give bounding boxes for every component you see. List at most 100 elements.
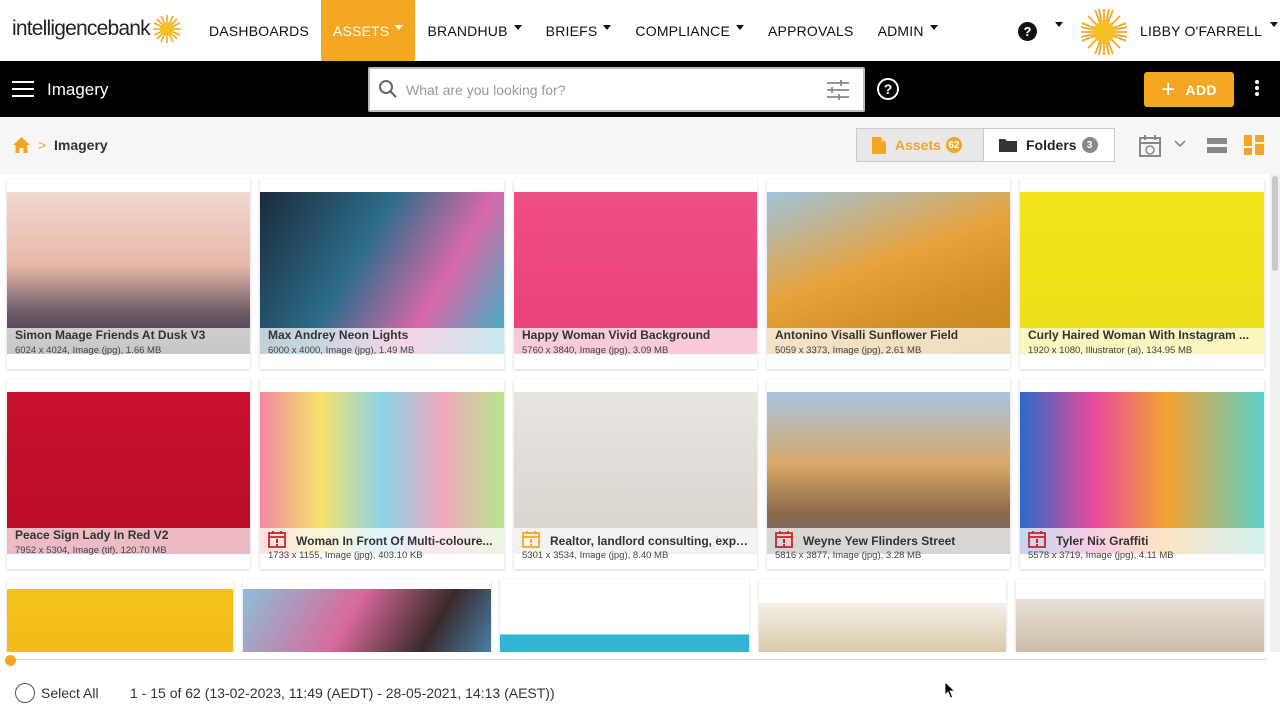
asset-title[interactable]: Weyne Yew Flinders Street bbox=[803, 534, 1002, 548]
main-menu: DASHBOARDS ASSETS BRANDHUB BRIEFS COMPLIANCE… bbox=[197, 0, 950, 61]
nav-item-label: COMPLIANCE bbox=[635, 22, 730, 39]
footer-bar: Select All 1 - 15 of 62 (13-02-2023, 11:… bbox=[0, 668, 1280, 720]
more-options-icon[interactable] bbox=[1255, 80, 1261, 98]
plus-icon: + bbox=[1161, 75, 1176, 103]
asset-title[interactable]: Happy Woman Vivid Background bbox=[522, 328, 749, 342]
breadcrumb-current: Imagery bbox=[54, 137, 108, 153]
asset-card[interactable]: Antonino Visalli Sunflower Field 5059 x 3… bbox=[767, 179, 1010, 369]
nav-item-label: ASSETS bbox=[333, 22, 390, 39]
expiry-calendar-icon bbox=[522, 531, 540, 548]
folder-icon bbox=[999, 139, 1017, 152]
asset-title[interactable]: Simon Maage Friends At Dusk V3 bbox=[15, 328, 242, 342]
expiry-calendar-icon bbox=[1028, 531, 1046, 548]
asset-title[interactable]: Peace Sign Lady In Red V2 bbox=[15, 528, 242, 542]
nav-item-admin[interactable]: ADMIN bbox=[866, 0, 950, 61]
asset-meta: 5578 x 3719, Image (jpg), 4.11 MB bbox=[1028, 550, 1174, 561]
add-button[interactable]: + ADD bbox=[1144, 72, 1234, 107]
asset-title[interactable]: Tyler Nix Graffiti bbox=[1056, 534, 1256, 548]
hamburger-menu-icon[interactable] bbox=[12, 81, 34, 97]
asset-card[interactable]: Weyne Yew Flinders Street 5816 x 3877, Im… bbox=[767, 379, 1010, 569]
select-all-label[interactable]: Select All bbox=[41, 685, 99, 701]
document-icon bbox=[872, 136, 886, 154]
chevron-down-icon bbox=[736, 25, 744, 30]
search-box bbox=[368, 67, 865, 112]
chevron-down-icon bbox=[929, 25, 938, 30]
sun-logo-icon bbox=[152, 15, 181, 43]
asset-card[interactable] bbox=[759, 579, 1006, 652]
grid-scrollbar[interactable] bbox=[1270, 174, 1280, 652]
asset-thumbnail[interactable] bbox=[759, 603, 1006, 652]
asset-meta: 5816 x 3877, Image (jpg), 3.28 MB bbox=[775, 550, 922, 561]
home-icon[interactable] bbox=[12, 136, 31, 154]
asset-card[interactable]: Tyler Nix Graffiti 5578 x 3719, Image (jp… bbox=[1020, 379, 1264, 569]
asset-card[interactable]: Happy Woman Vivid Background 5760 x 3840,… bbox=[514, 179, 757, 369]
asset-meta: 6024 x 4024, Image (jpg), 1.66 MB bbox=[15, 345, 162, 356]
asset-card[interactable]: Realtor, landlord consulting, expl... 530… bbox=[514, 379, 757, 569]
folders-tab[interactable]: Folders 3 bbox=[984, 129, 1114, 161]
nav-item-briefs[interactable]: BRIEFS bbox=[534, 0, 624, 61]
load-progress bbox=[0, 652, 1280, 668]
asset-card[interactable]: Simon Maage Friends At Dusk V3 6024 x 402… bbox=[7, 179, 250, 369]
nav-item-compliance[interactable]: COMPLIANCE bbox=[623, 0, 756, 61]
mouse-cursor-icon bbox=[944, 681, 956, 699]
asset-card[interactable]: Woman In Front Of Multi-coloure... 1733 x… bbox=[260, 379, 504, 569]
asset-thumbnail[interactable] bbox=[1016, 599, 1264, 652]
asset-title[interactable]: Realtor, landlord consulting, expl... bbox=[550, 534, 749, 548]
asset-card[interactable] bbox=[243, 579, 491, 652]
assets-tab[interactable]: Assets 62 bbox=[857, 129, 984, 161]
asset-card[interactable] bbox=[7, 579, 233, 652]
nav-item-label: APPROVALS bbox=[768, 22, 854, 39]
user-avatar[interactable] bbox=[1080, 8, 1128, 56]
chevron-down-icon bbox=[513, 25, 522, 30]
select-all-checkbox[interactable] bbox=[15, 683, 35, 703]
user-menu-caret-icon[interactable] bbox=[1270, 22, 1278, 27]
search-icon bbox=[379, 80, 397, 98]
asset-title[interactable]: Woman In Front Of Multi-coloure... bbox=[296, 534, 496, 548]
asset-thumbnail[interactable] bbox=[500, 614, 749, 652]
grid-view-icon[interactable] bbox=[1244, 135, 1264, 155]
asset-thumbnail[interactable] bbox=[7, 589, 233, 652]
progress-indicator bbox=[5, 655, 16, 666]
asset-card[interactable]: Curly Haired Woman With Instagram ... 192… bbox=[1020, 179, 1264, 369]
filter-sliders-icon[interactable] bbox=[826, 79, 850, 101]
asset-thumbnail[interactable] bbox=[243, 589, 491, 652]
asset-title[interactable]: Max Andrey Neon Lights bbox=[268, 328, 496, 342]
search-help-icon[interactable]: ? bbox=[877, 78, 899, 100]
help-menu-icon[interactable]: ? bbox=[1018, 22, 1037, 41]
nav-item-brandhub[interactable]: BRANDHUB bbox=[415, 0, 533, 61]
assets-tab-label: Assets bbox=[895, 137, 941, 153]
chevron-down-icon[interactable] bbox=[1174, 139, 1186, 149]
user-name[interactable]: LIBBY O'FARRELL bbox=[1140, 23, 1262, 39]
asset-meta: 1920 x 1080, Illustrator (ai), 134.95 MB bbox=[1028, 345, 1193, 356]
brand-logo[interactable]: intelligencebank bbox=[12, 14, 182, 44]
folders-count-badge: 3 bbox=[1081, 137, 1098, 153]
asset-grid: Simon Maage Friends At Dusk V3 6024 x 402… bbox=[0, 174, 1270, 652]
asset-title[interactable]: Curly Haired Woman With Instagram ... bbox=[1028, 328, 1256, 342]
section-toolbar: Imagery ? + ADD bbox=[0, 61, 1280, 117]
nav-item-approvals[interactable]: APPROVALS bbox=[756, 0, 866, 61]
asset-card[interactable] bbox=[1016, 579, 1264, 652]
top-navigation: intelligencebank DASHBOARDS ASSETS BRANDHU… bbox=[0, 0, 1280, 61]
section-title: Imagery bbox=[47, 80, 109, 99]
logo-text: intelligencebank bbox=[12, 17, 151, 40]
list-view-icon[interactable] bbox=[1207, 137, 1227, 154]
expiry-calendar-icon bbox=[775, 531, 793, 548]
breadcrumb-bar: > Imagery Assets 62 Folders 3 bbox=[0, 117, 1280, 174]
nav-item-dashboards[interactable]: DASHBOARDS bbox=[197, 0, 321, 61]
asset-card[interactable] bbox=[500, 579, 749, 652]
chevron-down-icon bbox=[603, 25, 612, 30]
nav-item-label: DASHBOARDS bbox=[209, 22, 310, 39]
help-menu-caret-icon[interactable] bbox=[1055, 22, 1063, 27]
add-button-label: ADD bbox=[1185, 81, 1217, 98]
asset-card[interactable]: Peace Sign Lady In Red V2 7952 x 5304, Im… bbox=[7, 379, 250, 569]
asset-meta: 1733 x 1155, Image (jpg), 403.10 KB bbox=[268, 550, 423, 561]
asset-title[interactable]: Antonino Visalli Sunflower Field bbox=[775, 328, 1002, 342]
asset-card[interactable]: Max Andrey Neon Lights 6000 x 4000, Image… bbox=[260, 179, 504, 369]
view-type-toggle: Assets 62 Folders 3 bbox=[856, 128, 1115, 162]
search-input[interactable] bbox=[406, 78, 806, 102]
asset-meta: 7952 x 5304, Image (tif), 120.70 MB bbox=[15, 545, 167, 556]
nav-item-assets[interactable]: ASSETS bbox=[321, 0, 416, 61]
scrollbar-thumb[interactable] bbox=[1272, 176, 1278, 271]
sort-by-date-icon[interactable] bbox=[1138, 134, 1162, 158]
folders-tab-label: Folders bbox=[1026, 137, 1077, 153]
